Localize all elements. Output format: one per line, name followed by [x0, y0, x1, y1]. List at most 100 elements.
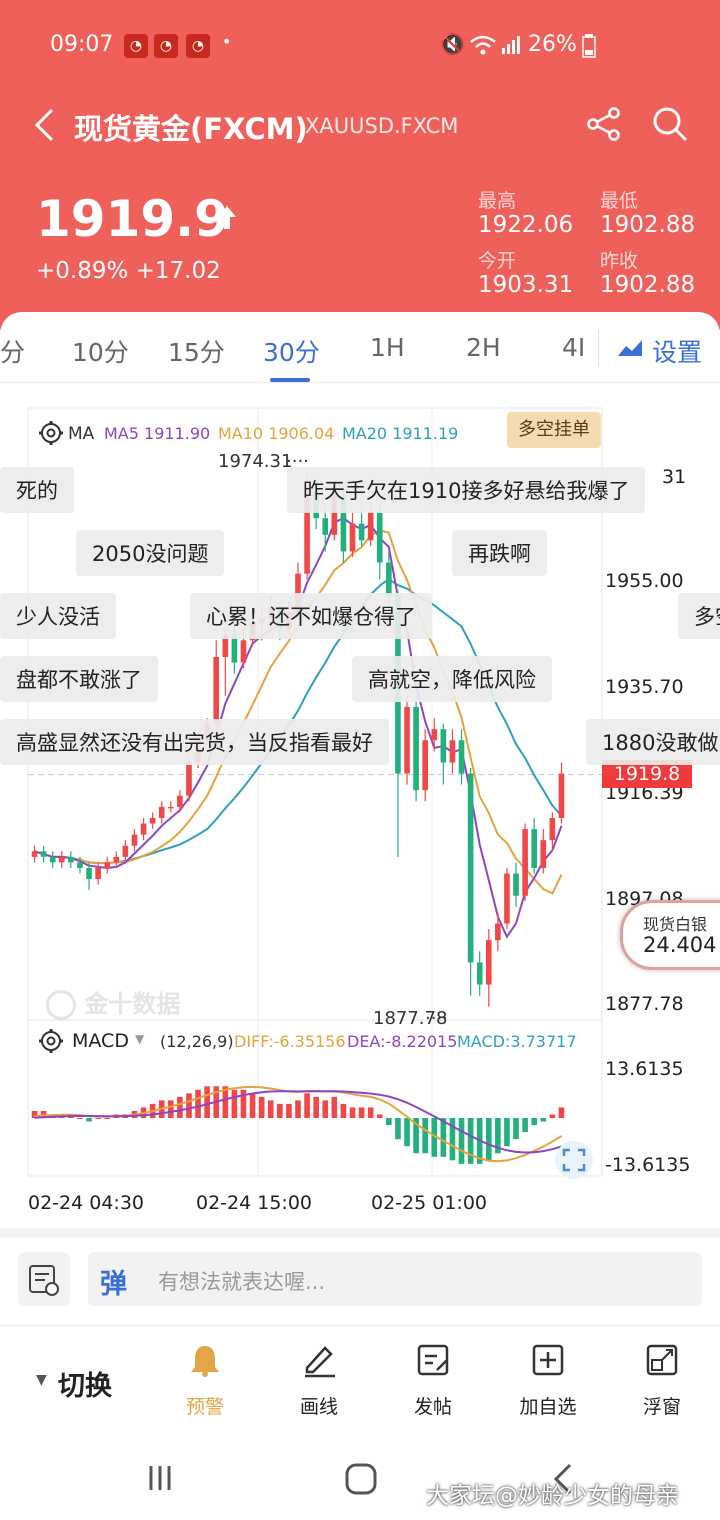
- status-dot: •: [222, 32, 232, 51]
- long-short-order-button[interactable]: 多空挂单: [507, 412, 601, 448]
- candle-body: [177, 795, 183, 807]
- macd-bar: [258, 1096, 265, 1118]
- macd-diff: DIFF:-6.35156: [234, 1032, 346, 1051]
- candle-body: [513, 873, 519, 896]
- candle-body: [431, 729, 438, 741]
- macd-bar: [313, 1096, 319, 1118]
- battery-percent: 26%: [528, 32, 577, 57]
- prev-close-label: 昨收: [600, 250, 639, 272]
- notification-icon: ◔: [154, 34, 178, 58]
- macd-bar: [404, 1118, 410, 1147]
- macd-bar: [358, 1107, 365, 1118]
- danmu-comment[interactable]: 高就空，降低风险: [352, 656, 552, 702]
- tab-30min[interactable]: 30分: [263, 333, 320, 369]
- prev-close-value: 1902.88: [600, 272, 696, 298]
- macd-y-top: 13.6135: [605, 1058, 684, 1080]
- macd-bar: [340, 1103, 347, 1118]
- back-icon[interactable]: [32, 108, 56, 142]
- gear-icon[interactable]: [38, 1028, 64, 1054]
- post-button[interactable]: 发帖: [393, 1342, 473, 1422]
- macd-bar: [304, 1093, 310, 1118]
- tab-1min[interactable]: 分: [0, 333, 25, 369]
- chart-settings-icon[interactable]: [616, 336, 644, 360]
- comment-placeholder: 有想法就表达喔...: [158, 1270, 326, 1294]
- switch-button[interactable]: 切换: [58, 1364, 112, 1403]
- draw-line-label: 画线: [299, 1396, 338, 1418]
- add-watchlist-label: 加自选: [519, 1396, 577, 1418]
- macd-bar: [349, 1107, 356, 1118]
- candle-body: [131, 834, 138, 846]
- float-window-button[interactable]: 浮窗: [622, 1342, 702, 1422]
- notification-icon: ◔: [124, 34, 148, 58]
- alert-label: 预警: [185, 1396, 224, 1418]
- candle-body: [31, 851, 38, 857]
- caret-down-icon[interactable]: ▼: [36, 1372, 47, 1388]
- danmu-comment[interactable]: 多空: [678, 593, 720, 639]
- candle-body: [240, 640, 247, 663]
- macd-bar: [540, 1118, 547, 1122]
- comment-input[interactable]: 弹 有想法就表达喔...: [88, 1252, 702, 1306]
- candle-body: [68, 856, 74, 863]
- open-value: 1903.31: [478, 272, 574, 298]
- candle-body: [358, 523, 365, 541]
- divider: [0, 382, 720, 383]
- high-marker: 1974.31: [218, 451, 293, 472]
- danmu-comment[interactable]: 1880没敢做: [586, 719, 720, 765]
- macd-bar: [322, 1100, 329, 1118]
- macd-dea: DEA:-8.22015: [347, 1032, 458, 1051]
- search-icon[interactable]: [650, 104, 690, 144]
- section-gap: [0, 1228, 720, 1238]
- current-price: 1919.9: [36, 190, 229, 248]
- x-axis-label: 02-24 15:00: [196, 1192, 313, 1214]
- fullscreen-icon[interactable]: [554, 1140, 594, 1180]
- macd-bar: [367, 1107, 374, 1118]
- gear-icon[interactable]: [38, 420, 64, 446]
- status-time: 09:07: [50, 32, 114, 57]
- macd-params: (12,26,9): [160, 1032, 234, 1051]
- settings-button[interactable]: 设置: [652, 333, 702, 369]
- danmu-comment[interactable]: 盘都不敢涨了: [0, 656, 158, 702]
- danmu-comment[interactable]: 2050没问题: [76, 530, 225, 576]
- candle-body: [376, 512, 383, 563]
- float-window-label: 浮窗: [642, 1396, 681, 1418]
- danmu-comment[interactable]: 心累！还不如爆仓得了: [190, 593, 432, 639]
- danmu-comment[interactable]: 死的: [0, 467, 74, 513]
- silver-quote-float[interactable]: 现货白银 24.404: [620, 900, 720, 970]
- danmu-icon[interactable]: 弹: [100, 1262, 127, 1301]
- y-axis-label: 1935.70: [605, 676, 684, 698]
- macd-bar: [186, 1093, 192, 1118]
- candle-body: [113, 856, 120, 863]
- draw-line-button[interactable]: 画线: [279, 1342, 359, 1422]
- macd-selector[interactable]: MACD: [72, 1030, 129, 1052]
- dropdown-icon[interactable]: ▼: [135, 1032, 144, 1046]
- candle-body: [549, 817, 556, 841]
- macd-bar: [395, 1118, 401, 1140]
- tab-4h[interactable]: 4I: [562, 333, 585, 362]
- macd-bar: [249, 1093, 256, 1118]
- candle-body: [149, 817, 156, 824]
- tab-10min[interactable]: 10分: [72, 333, 129, 369]
- danmu-comment[interactable]: 少人没活: [0, 593, 116, 639]
- share-icon[interactable]: [586, 106, 622, 142]
- symbol-code: XAUUSD.FXCM: [305, 114, 459, 138]
- add-watchlist-button[interactable]: 加自选: [508, 1342, 588, 1422]
- danmu-comment[interactable]: 高盛显然还没有出完货，当反指看最好: [0, 719, 389, 765]
- post-icon: [417, 1344, 449, 1376]
- history-comments-button[interactable]: [18, 1252, 70, 1306]
- alert-button[interactable]: 预警: [165, 1342, 245, 1422]
- candle-body: [558, 773, 565, 818]
- macd-bar: [386, 1118, 392, 1126]
- tab-15min[interactable]: 15分: [168, 333, 225, 369]
- macd-y-bottom: -13.6135: [605, 1154, 691, 1176]
- tab-1h[interactable]: 1H: [370, 333, 405, 362]
- danmu-comment[interactable]: 再跌啊: [452, 530, 547, 576]
- candle-body: [504, 873, 510, 924]
- macd-bar: [467, 1118, 474, 1164]
- tab-2h[interactable]: 2H: [466, 333, 501, 362]
- watermark-text: 金十数据: [84, 990, 181, 1018]
- danmu-comment[interactable]: 昨天手欠在1910接多好悬给我爆了: [287, 467, 646, 513]
- home-icon[interactable]: [344, 1462, 378, 1496]
- candle-body: [540, 840, 547, 868]
- recent-apps-icon[interactable]: [146, 1464, 174, 1492]
- macd-bar: [504, 1118, 510, 1147]
